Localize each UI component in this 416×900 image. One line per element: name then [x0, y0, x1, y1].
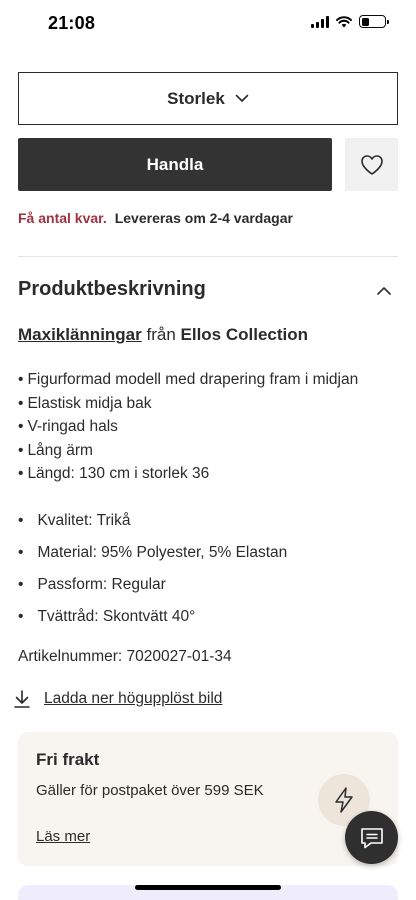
spec-text: Kvalitet: Trikå	[37, 512, 131, 529]
chevron-down-icon	[235, 94, 249, 102]
battery-level	[361, 17, 370, 26]
list-item: Material: 95% Polyester, 5% Elastan	[18, 542, 287, 574]
low-stock-text: Få antal kvar.	[18, 210, 107, 226]
free-shipping-card: Fri frakt Gäller för postpaket över 599 …	[18, 732, 398, 866]
read-more-link[interactable]: Läs mer	[36, 828, 90, 845]
list-item: Lång ärm	[18, 439, 358, 463]
chat-bubble-icon	[360, 827, 383, 848]
category-link[interactable]: Maxiklänningar	[18, 325, 142, 344]
section-title[interactable]: Produktbeskrivning	[18, 278, 206, 301]
heart-icon	[360, 154, 383, 175]
spec-text: Passform: Regular	[37, 576, 166, 593]
cellular-signal-icon	[311, 15, 329, 28]
download-image-link[interactable]: Ladda ner högupplöst bild	[12, 689, 222, 709]
status-bar: 21:08	[0, 0, 416, 50]
list-item: Kvalitet: Trikå	[18, 510, 287, 542]
battery-icon	[359, 15, 389, 28]
shipping-title: Fri frakt	[36, 750, 100, 769]
wifi-icon	[336, 16, 352, 28]
list-item: Tvättråd: Skontvätt 40°	[18, 606, 287, 638]
lightning-icon	[335, 787, 353, 813]
status-time: 21:08	[48, 13, 96, 33]
shipping-description: Gäller för postpaket över 599 SEK	[36, 782, 264, 799]
list-item: Längd: 130 cm i storlek 36	[18, 462, 358, 486]
stock-info: Få antal kvar. Levereras om 2-4 vardagar	[18, 210, 293, 226]
from-text: från	[141, 325, 181, 344]
list-item: Figurformad modell med drapering fram i …	[18, 368, 358, 392]
spec-text: Tvättråd: Skontvätt 40°	[37, 608, 196, 625]
spec-text: Material: 95% Polyester, 5% Elastan	[37, 544, 288, 561]
chevron-up-icon[interactable]	[374, 281, 394, 301]
list-item: Passform: Regular	[18, 574, 287, 606]
buy-button[interactable]: Handla	[18, 138, 332, 191]
home-indicator	[135, 885, 281, 890]
download-icon	[14, 690, 30, 708]
list-item: Elastisk midja bak	[18, 392, 358, 416]
feature-list: Figurformad modell med drapering fram i …	[18, 368, 358, 486]
size-selector[interactable]: Storlek	[18, 72, 398, 125]
chat-button[interactable]	[345, 811, 398, 864]
download-label: Ladda ner högupplöst bild	[44, 690, 223, 707]
size-selector-label: Storlek	[167, 88, 225, 108]
divider	[18, 256, 398, 257]
delivery-text: Levereras om 2-4 vardagar	[114, 210, 293, 226]
spec-list: Kvalitet: Trikå Material: 95% Polyester,…	[18, 510, 287, 638]
list-item: V-ringad hals	[18, 415, 358, 439]
article-number: Artikelnummer: 7020027-01-34	[18, 648, 232, 665]
brand-name: Ellos Collection	[180, 325, 309, 344]
wishlist-button[interactable]	[345, 138, 398, 191]
status-icons	[311, 15, 389, 28]
brand-line: Maxiklänningar från Ellos Collection	[18, 325, 308, 345]
